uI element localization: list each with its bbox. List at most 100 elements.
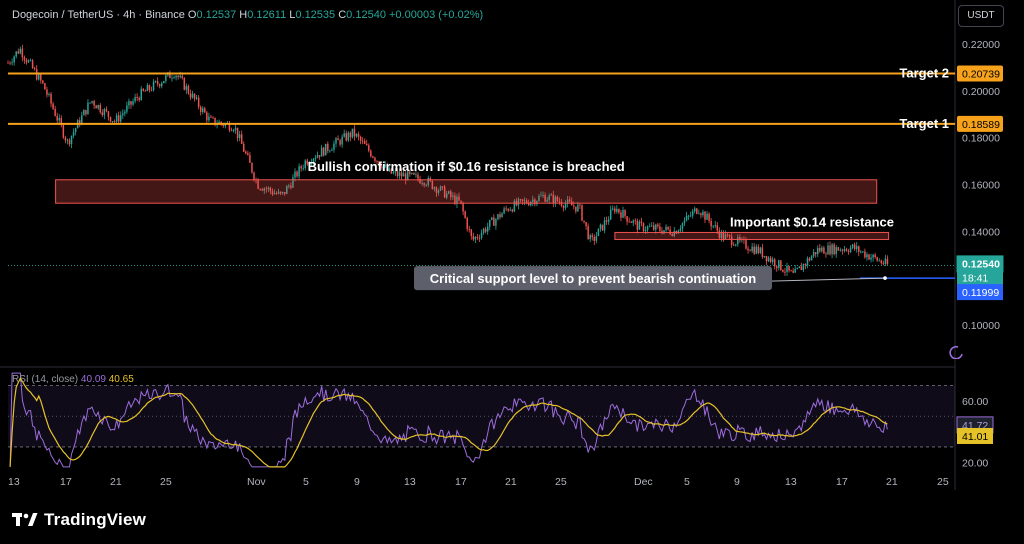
candle-body-11: [29, 60, 32, 62]
candle-body-226: [470, 229, 473, 237]
candle-body-58: [126, 105, 128, 112]
candle-body-294: [609, 209, 612, 220]
candle-body-328: [679, 228, 682, 231]
candle-body-143: [300, 166, 302, 169]
candle-body-72: [154, 81, 157, 82]
x-tick-label-0: 13: [8, 476, 20, 488]
candle-body-375: [776, 266, 778, 269]
candle-body-365: [755, 246, 757, 254]
candle-body-362: [749, 250, 751, 252]
resistance-zone-1: [55, 179, 878, 204]
candle-body-422: [872, 254, 874, 258]
candle-body-321: [665, 226, 667, 231]
candle-body-144: [302, 167, 304, 169]
candle-body-332: [687, 215, 690, 217]
candle-body-176: [368, 145, 370, 151]
candle-body-383: [792, 270, 794, 273]
candle-body-300: [622, 209, 624, 218]
candle-body-336: [696, 208, 698, 214]
candle-body-140: [294, 171, 296, 178]
candle-body-60: [130, 101, 132, 105]
candle-body-82: [175, 75, 177, 78]
candle-body-307: [636, 220, 639, 230]
candle-body-2: [11, 62, 13, 64]
candle-body-172: [359, 136, 362, 141]
candle-body-401: [829, 245, 831, 255]
candle-body-279: [579, 204, 581, 206]
candle-body-370: [765, 256, 768, 262]
candle-body-290: [601, 224, 604, 231]
candle-body-369: [763, 256, 766, 258]
candle-body-360: [745, 240, 747, 249]
candle-body-404: [835, 247, 837, 255]
candle-body-151: [316, 155, 319, 158]
candle-body-99: [210, 116, 212, 118]
candle-body-309: [640, 221, 643, 224]
candle-body-392: [810, 256, 813, 261]
price-badge-text-last: 0.12540: [962, 258, 1000, 270]
candle-body-69: [148, 85, 151, 90]
candle-body-303: [628, 221, 630, 223]
candle-body-278: [577, 204, 579, 212]
candle-body-86: [183, 77, 186, 90]
candle-body-31: [70, 135, 73, 144]
price-chart-svg[interactable]: 0.22000 0.20000 0.18000 0.16000 0.14000 0.100…: [0, 0, 1024, 544]
candle-body-338: [700, 213, 702, 216]
candle-body-390: [806, 258, 809, 266]
candle-body-33: [74, 128, 77, 133]
candle-body-425: [878, 260, 880, 262]
candle-body-341: [706, 213, 708, 220]
candle-body-340: [704, 211, 706, 220]
candle-body-56: [122, 113, 124, 116]
candle-body-154: [322, 147, 325, 156]
candle-body-97: [206, 112, 208, 121]
candle-body-95: [202, 108, 204, 113]
candle-body-382: [790, 270, 792, 272]
chart-settings-icon[interactable]: [949, 345, 963, 359]
candle-body-159: [333, 143, 335, 150]
candle-body-398: [823, 247, 825, 254]
chart-frame: Dogecoin / TetherUS · 4h · Binance O0.12…: [0, 0, 1024, 544]
x-tick-label-2: 21: [110, 476, 122, 488]
candle-body-173: [361, 140, 364, 142]
candle-body-280: [581, 205, 583, 221]
candle-body-163: [341, 136, 343, 145]
candle-body-427: [882, 263, 885, 264]
candle-body-371: [767, 257, 770, 262]
candle-body-414: [855, 246, 858, 250]
candle-body-153: [320, 147, 323, 157]
candle-body-170: [355, 134, 358, 137]
candle-body-337: [698, 213, 700, 215]
candle-body-301: [624, 209, 626, 217]
candle-body-396: [819, 247, 821, 252]
candle-body-298: [618, 208, 620, 213]
candle-body-316: [655, 224, 657, 230]
x-tick-label-5: 5: [303, 476, 309, 488]
candle-body-322: [667, 226, 669, 230]
candle-body-281: [583, 220, 585, 223]
x-tick-label-3: 25: [160, 476, 172, 488]
candle-body-160: [335, 138, 337, 144]
candle-body-286: [593, 236, 596, 241]
candle-body-291: [603, 220, 606, 231]
candle-body-88: [187, 85, 190, 94]
x-tick-label-17: 25: [937, 476, 949, 488]
candle-body-244: [507, 208, 509, 211]
candle-body-339: [702, 211, 704, 216]
candle-body-45: [99, 105, 101, 113]
candle-body-193: [402, 173, 405, 177]
candle-body-68: [146, 85, 149, 92]
candle-body-407: [841, 249, 844, 251]
candle-body-51: [111, 121, 114, 122]
candle-body-423: [874, 254, 876, 258]
candle-body-299: [620, 212, 622, 218]
candle-body-29: [66, 139, 69, 141]
candle-body-152: [318, 155, 321, 157]
candle-body-305: [632, 220, 634, 223]
candle-body-333: [689, 215, 692, 217]
candle-body-53: [115, 115, 118, 122]
candle-body-10: [27, 60, 30, 63]
candle-body-80: [171, 77, 173, 79]
candle-body-119: [251, 162, 253, 173]
x-tick-label-1: 17: [60, 476, 72, 488]
